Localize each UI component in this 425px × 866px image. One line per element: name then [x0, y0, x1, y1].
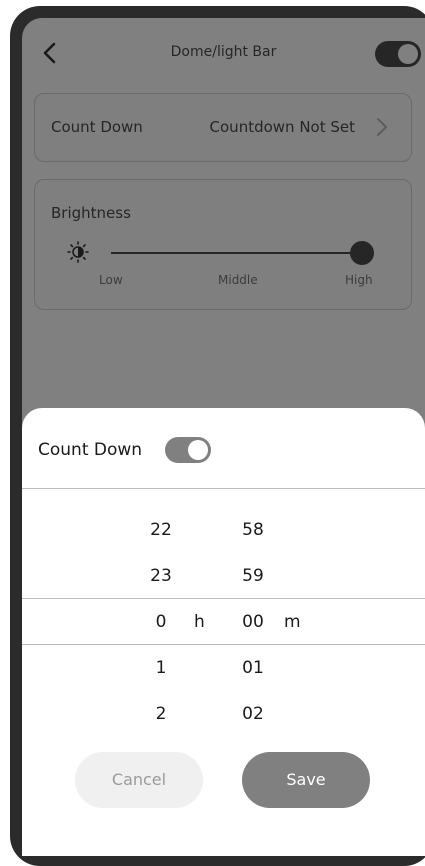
scale-middle-label: Middle [218, 273, 258, 287]
minute-option[interactable]: 01 [233, 658, 273, 678]
picker-selection-top-line [22, 598, 425, 599]
picker-selection-bottom-line [22, 644, 425, 645]
toggle-knob [398, 44, 418, 64]
brightness-icon [67, 241, 89, 263]
countdown-label: Count Down [51, 118, 143, 136]
minute-option[interactable]: 02 [233, 704, 273, 724]
scale-high-label: High [345, 273, 373, 287]
countdown-card[interactable]: Count Down Countdown Not Set [34, 93, 412, 162]
hour-option[interactable]: 2 [141, 704, 181, 724]
scale-low-label: Low [99, 273, 123, 287]
minute-selected[interactable]: 00 [233, 612, 273, 632]
hour-option[interactable]: 23 [141, 566, 181, 586]
countdown-toggle[interactable] [165, 437, 211, 463]
cancel-button[interactable]: Cancel [75, 752, 203, 808]
brightness-slider-thumb[interactable] [350, 241, 374, 265]
minute-unit-label: m [284, 612, 301, 632]
toggle-knob [188, 440, 208, 460]
save-button[interactable]: Save [242, 752, 370, 808]
hour-unit-label: h [194, 612, 205, 632]
device: Dome/light Bar Count Down Countdown Not … [0, 0, 425, 866]
hour-option[interactable]: 22 [141, 520, 181, 540]
divider [22, 488, 425, 489]
sheet-title: Count Down [38, 440, 143, 460]
brightness-card: Brightness Low Middle High [34, 179, 412, 310]
countdown-value: Countdown Not Set [209, 118, 355, 136]
page-title: Dome/light Bar [170, 44, 277, 60]
countdown-sheet: Count Down 22 23 0 1 2 58 59 00 01 02 h … [22, 408, 425, 856]
minute-option[interactable]: 59 [233, 566, 273, 586]
hour-option[interactable]: 1 [141, 658, 181, 678]
power-toggle[interactable] [375, 41, 421, 67]
app-screen: Dome/light Bar Count Down Countdown Not … [22, 18, 425, 856]
brightness-slider-track[interactable] [111, 252, 363, 254]
minute-option[interactable]: 58 [233, 520, 273, 540]
hour-selected[interactable]: 0 [141, 612, 181, 632]
brightness-label: Brightness [51, 204, 131, 222]
chevron-right-icon [377, 118, 387, 136]
